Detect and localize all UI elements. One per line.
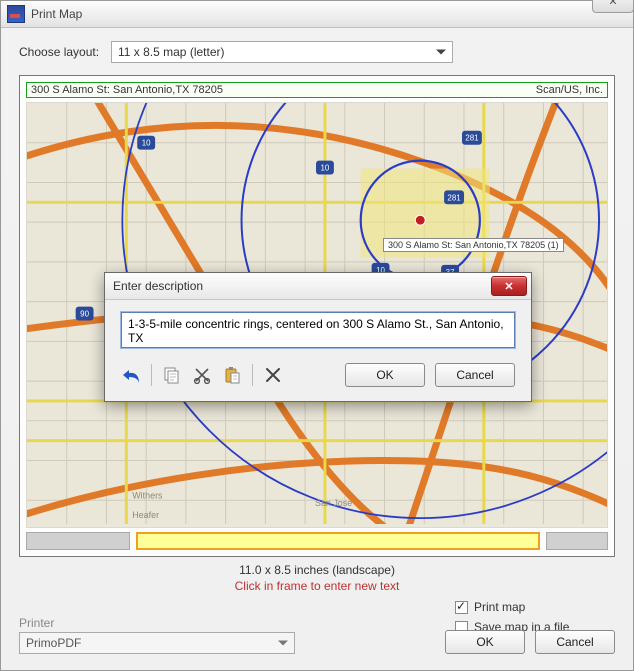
layout-label: Choose layout:	[19, 45, 111, 59]
toolbar-divider	[151, 364, 152, 386]
cut-icon[interactable]	[192, 365, 212, 385]
svg-text:Withers: Withers	[132, 490, 163, 500]
svg-text:San Jose: San Jose	[315, 498, 352, 508]
enter-description-dialog: Enter description ✕ 1-3-5-mile concentri…	[104, 272, 532, 402]
paste-icon[interactable]	[222, 365, 242, 385]
cancel-button[interactable]: Cancel	[535, 630, 615, 654]
chevron-down-icon	[278, 641, 288, 646]
map-header-strip[interactable]: 300 S Alamo St: San Antonio,TX 78205 Sca…	[26, 82, 608, 98]
svg-text:10: 10	[321, 164, 330, 173]
dialog-footer: Printer PrimoPDF Print map Save map in a…	[19, 598, 615, 658]
modal-close-button[interactable]: ✕	[491, 276, 527, 296]
printer-label: Printer	[19, 616, 295, 630]
map-header-right: Scan/US, Inc.	[536, 84, 603, 96]
titlebar[interactable]: Print Map	[1, 1, 633, 28]
svg-text:10: 10	[142, 139, 151, 148]
copy-icon[interactable]	[162, 365, 182, 385]
toolbar-divider	[252, 364, 253, 386]
modal-ok-button[interactable]: OK	[345, 363, 425, 387]
dimensions-text: 11.0 x 8.5 inches (landscape)	[19, 563, 615, 577]
svg-text:Heafer: Heafer	[132, 510, 159, 520]
footer-slot-left[interactable]	[26, 532, 130, 550]
footer-slot-right[interactable]	[546, 532, 608, 550]
app-icon	[7, 5, 25, 23]
svg-text:281: 281	[465, 134, 479, 143]
modal-cancel-button[interactable]: Cancel	[435, 363, 515, 387]
map-header-left: 300 S Alamo St: San Antonio,TX 78205	[31, 84, 536, 96]
svg-text:281: 281	[447, 193, 461, 202]
undo-icon[interactable]	[121, 365, 141, 385]
close-icon: ✕	[504, 280, 513, 293]
layout-combo[interactable]: 11 x 8.5 map (letter)	[111, 41, 453, 63]
printer-selected-value: PrimoPDF	[26, 636, 81, 650]
hint-text: Click in frame to enter new text	[19, 579, 615, 593]
print-map-label: Print map	[474, 600, 525, 614]
layout-selected-value: 11 x 8.5 map (letter)	[118, 45, 225, 59]
bottom-strip	[26, 532, 608, 550]
print-map-checkbox[interactable]	[455, 601, 468, 614]
window-title: Print Map	[31, 7, 82, 21]
delete-icon[interactable]	[263, 365, 283, 385]
modal-titlebar[interactable]: Enter description ✕	[105, 273, 531, 300]
close-icon: ✕	[608, 0, 617, 8]
site-popup-label: 300 S Alamo St: San Antonio,TX 78205 (1)	[383, 238, 564, 252]
footer-slot-description[interactable]	[136, 532, 540, 550]
svg-text:90: 90	[80, 310, 89, 319]
description-input[interactable]: 1-3-5-mile concentric rings, centered on…	[121, 312, 515, 348]
printer-combo[interactable]: PrimoPDF	[19, 632, 295, 654]
print-map-window: Print Map ✕ Choose layout: 11 x 8.5 map …	[0, 0, 634, 671]
ok-button[interactable]: OK	[445, 630, 525, 654]
modal-title-text: Enter description	[113, 279, 203, 293]
chevron-down-icon	[436, 50, 446, 55]
window-controls[interactable]: ✕	[592, 0, 634, 13]
